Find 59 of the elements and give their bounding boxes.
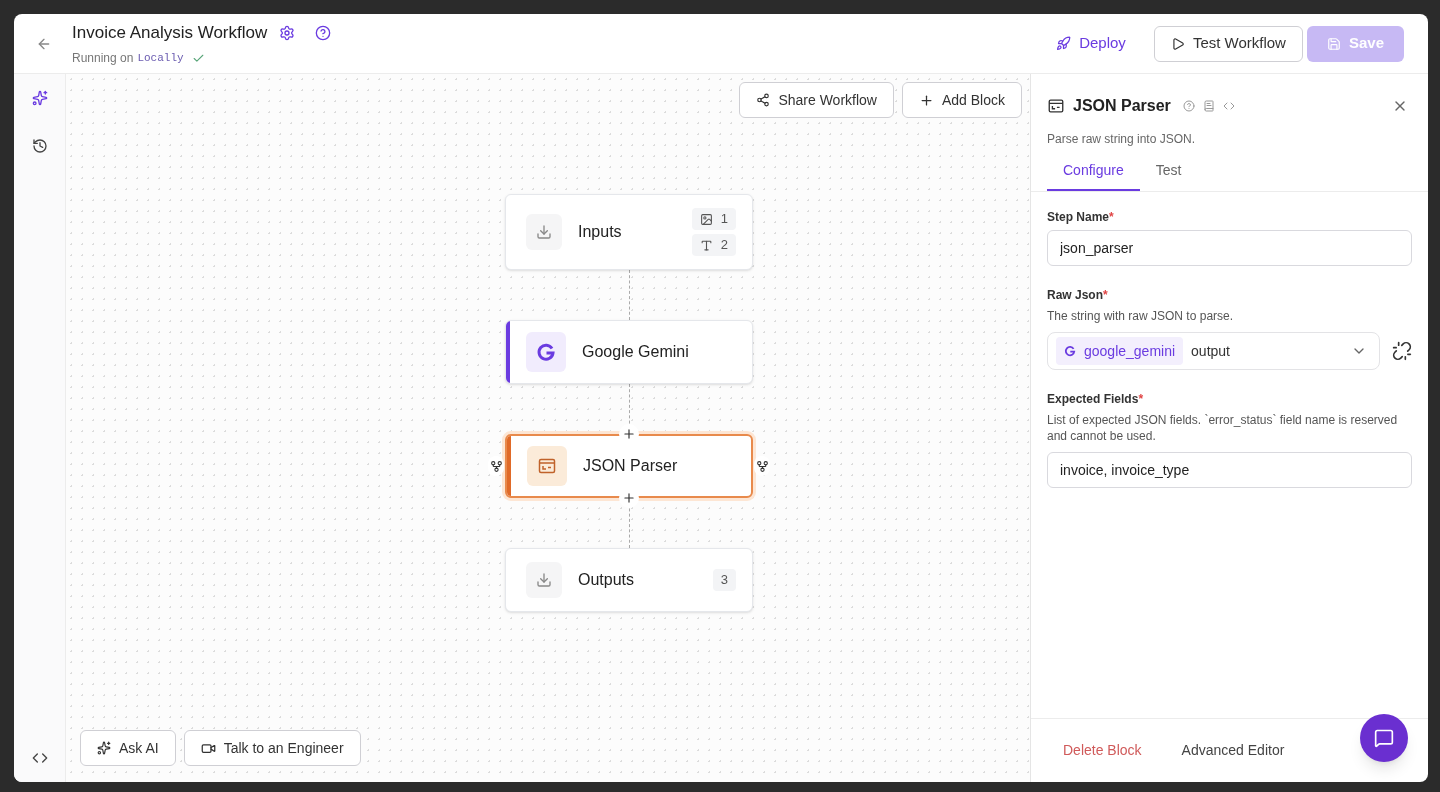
count-badge: 3 <box>712 569 736 591</box>
sparkles-icon <box>97 741 111 755</box>
count-badge: 2 <box>691 234 736 256</box>
field-label: Step Name* <box>1047 209 1115 226</box>
plus-icon <box>622 427 636 441</box>
source-chip: google_gemini <box>1056 337 1184 365</box>
history-icon[interactable] <box>31 138 48 154</box>
assist-button[interactable]: Talk to an Engineer <box>183 730 361 766</box>
field-label: Raw Json* <box>1047 287 1109 304</box>
code-icon[interactable] <box>31 750 48 766</box>
parser-icon <box>1047 97 1065 115</box>
parser-icon <box>537 456 557 476</box>
text-field[interactable]: invoice, invoice_type <box>1047 452 1412 488</box>
advanced-editor-button[interactable]: Advanced Editor <box>1181 740 1285 761</box>
sparkles-icon[interactable] <box>31 90 48 106</box>
chat-icon <box>1374 728 1394 748</box>
select-value: output <box>1191 341 1231 361</box>
running-target: Locally <box>137 51 184 66</box>
unlink-icon[interactable] <box>1392 341 1412 361</box>
plus-icon <box>918 92 934 108</box>
add-block-button[interactable]: Add Block <box>901 82 1022 118</box>
share-workflow-button[interactable]: Share Workflow <box>739 82 894 118</box>
field-hint: List of expected JSON fields. `error_status` field name is reserved and cannot be used. <box>1047 412 1399 444</box>
workflow-node[interactable]: Google Gemini <box>505 320 753 384</box>
g-logo-icon <box>1064 345 1076 357</box>
node-label: Google Gemini <box>582 342 690 362</box>
g-logo-icon <box>526 332 566 372</box>
download-icon <box>526 562 562 598</box>
panel-tab[interactable]: Test <box>1139 160 1198 191</box>
node-label: Inputs <box>578 222 623 242</box>
test-workflow-button[interactable]: Test Workflow <box>1153 25 1303 62</box>
workflow-node[interactable]: Outputs 3 <box>505 548 753 612</box>
help-icon[interactable] <box>315 24 332 41</box>
panel-title: JSON Parser <box>1073 96 1171 116</box>
plus-icon <box>622 491 636 505</box>
running-label: Running on <box>72 50 134 68</box>
docs-icon[interactable] <box>1202 100 1215 112</box>
node-label: JSON Parser <box>583 456 679 476</box>
play-icon <box>1170 36 1185 51</box>
deploy-button[interactable]: Deploy <box>1044 25 1138 62</box>
download-icon <box>526 214 562 250</box>
workflow-title: Invoice Analysis Workflow <box>72 21 268 44</box>
field-label: Expected Fields* <box>1047 391 1145 408</box>
workflow-node[interactable]: Inputs 1 2 <box>505 194 753 270</box>
save-icon <box>1326 36 1341 51</box>
panel-description: Parse raw string into JSON. <box>1046 131 1197 148</box>
share-icon <box>756 93 771 107</box>
chat-launcher-button[interactable] <box>1360 714 1408 762</box>
workflow-node[interactable]: JSON Parser <box>505 434 753 498</box>
text-field[interactable]: json_parser <box>1047 230 1412 266</box>
panel-tab[interactable]: Configure <box>1047 160 1140 191</box>
field-hint: The string with raw JSON to parse. <box>1047 308 1235 324</box>
assist-button[interactable]: Ask AI <box>80 730 176 766</box>
count-badge: 1 <box>691 208 736 230</box>
settings-icon[interactable] <box>279 24 296 41</box>
node-label: Outputs <box>578 570 636 590</box>
reference-select[interactable]: google_gemini output <box>1047 332 1380 370</box>
rocket-icon <box>1056 36 1072 51</box>
delete-block-button[interactable]: Delete Block <box>1063 740 1142 761</box>
